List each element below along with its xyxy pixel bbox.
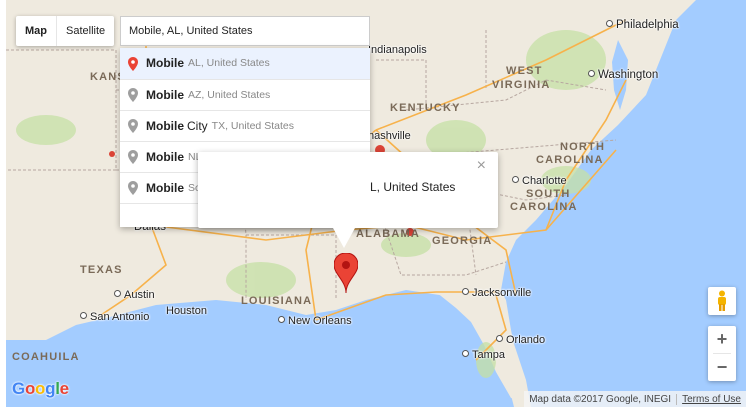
location-pin-icon xyxy=(128,88,138,102)
autocomplete-secondary-text: AZ, United States xyxy=(188,88,271,101)
attribution-bar: Map data ©2017 Google, INEGI Terms of Us… xyxy=(524,391,746,407)
info-window: L, United States × xyxy=(198,152,498,228)
map-type-control: Map Satellite xyxy=(16,16,115,46)
city-label-san-antonio: San Antonio xyxy=(80,312,149,323)
zoom-control: + − xyxy=(708,326,736,381)
autocomplete-match-text: Mobile xyxy=(146,149,184,164)
google-logo[interactable]: Google xyxy=(12,379,69,399)
city-label-charlotte: Charlotte xyxy=(512,176,567,187)
terms-of-use-link[interactable]: Terms of Use xyxy=(676,393,746,405)
state-label-georgia: GEORGIA xyxy=(432,235,493,247)
state-label-kentucky: KENTUCKY xyxy=(390,102,461,114)
city-label-houston: Houston xyxy=(166,305,207,317)
autocomplete-main-text: City xyxy=(187,118,208,133)
city-label-washington: Washington xyxy=(588,69,658,82)
state-label-virginia: VIRGINIA xyxy=(492,79,551,91)
map-marker-icon[interactable] xyxy=(334,253,358,293)
zoom-out-button[interactable]: − xyxy=(708,354,736,381)
zoom-in-button[interactable]: + xyxy=(708,326,736,353)
autocomplete-item[interactable]: Mobile AL, United States xyxy=(120,48,370,79)
street-view-pegman-button[interactable] xyxy=(708,287,736,315)
city-label-indianapolis: Indianapolis xyxy=(368,44,427,56)
city-label-tampa: Tampa xyxy=(462,350,505,361)
info-window-text: L, United States xyxy=(370,180,456,194)
map-type-satellite-button[interactable]: Satellite xyxy=(57,16,114,46)
autocomplete-secondary-text: TX, United States xyxy=(211,119,294,132)
state-label-texas: TEXAS xyxy=(80,264,123,276)
state-label-coahuila: COAHUILA xyxy=(12,351,80,363)
state-label-south: SOUTH xyxy=(526,188,571,200)
autocomplete-match-text: Mobile xyxy=(146,87,184,102)
autocomplete-item[interactable]: Mobile AZ, United States xyxy=(120,79,370,110)
close-icon[interactable]: × xyxy=(477,158,486,174)
city-label-orlando: Orlando xyxy=(496,335,545,346)
city-label-jacksonville: Jacksonville xyxy=(462,288,531,299)
city-label-new-orleans: New Orleans xyxy=(278,316,352,327)
city-label-philadelphia: Philadelphia xyxy=(606,19,679,32)
location-pin-icon xyxy=(128,56,138,71)
state-label-west: WEST xyxy=(506,65,543,77)
autocomplete-match-text: Mobile xyxy=(146,56,184,70)
city-label-nashville: nashville xyxy=(368,130,411,142)
state-label-carolina-1: CAROLINA xyxy=(536,154,604,166)
autocomplete-match-text: Mobile xyxy=(146,118,184,133)
pegman-icon xyxy=(718,290,726,311)
map-type-map-button[interactable]: Map xyxy=(16,16,56,46)
state-label-north: NORTH xyxy=(560,141,606,153)
state-label-alabama: ALABAMA xyxy=(356,228,421,240)
state-label-louisiana: LOUISIANA xyxy=(241,295,313,307)
location-pin-icon xyxy=(128,119,138,133)
autocomplete-item[interactable]: Mobile City TX, United States xyxy=(120,110,370,141)
state-label-carolina-2: CAROLINA xyxy=(510,201,578,213)
search-input[interactable]: Mobile, AL, United States xyxy=(120,16,370,46)
location-pin-icon xyxy=(128,181,138,195)
autocomplete-secondary-text: AL, United States xyxy=(188,57,270,69)
map-data-attribution: Map data ©2017 Google, INEGI xyxy=(529,393,672,405)
location-pin-icon xyxy=(128,150,138,164)
info-window-tail xyxy=(333,228,355,248)
city-label-austin: Austin xyxy=(114,290,155,301)
autocomplete-match-text: Mobile xyxy=(146,180,184,195)
